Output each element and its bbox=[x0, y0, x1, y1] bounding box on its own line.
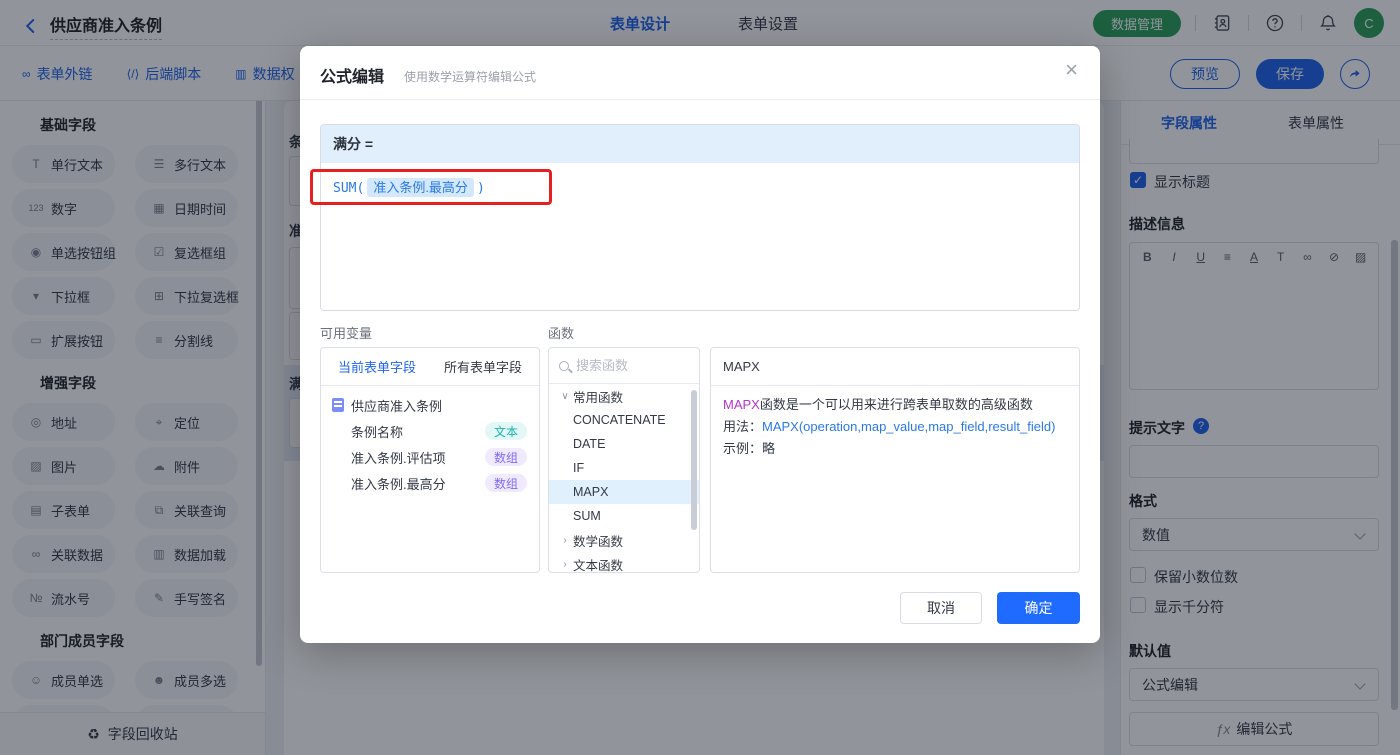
variable-name: 准入条例.评估项 bbox=[351, 450, 446, 466]
formula-input-area[interactable]: SUM(准入条例.最高分) bbox=[321, 163, 1079, 310]
function-search[interactable] bbox=[549, 348, 699, 384]
form-name: 供应商准入条例 bbox=[351, 398, 443, 414]
variables-section-label: 可用变量 bbox=[320, 326, 373, 341]
function-item-if[interactable]: IF bbox=[549, 456, 699, 480]
usage-label: 用法： bbox=[723, 419, 763, 434]
type-badge: 数组 bbox=[484, 448, 527, 466]
modal-title: 公式编辑 bbox=[320, 69, 385, 86]
formula-close-paren: ) bbox=[476, 181, 485, 196]
functions-scrollbar[interactable] bbox=[691, 390, 697, 530]
function-usage: 用法：MAPX(operation,map_value,map_field,re… bbox=[723, 416, 1067, 438]
function-group-text[interactable]: › 文本函数 bbox=[549, 552, 699, 573]
search-icon bbox=[559, 360, 569, 371]
function-detail-title: MAPX bbox=[711, 348, 1079, 386]
form-doc-icon bbox=[332, 398, 344, 412]
example-label: 示例： bbox=[723, 441, 763, 456]
variable-row-eval[interactable]: 准入条例.评估项 数组 bbox=[321, 444, 539, 470]
chevron-right-icon: › bbox=[563, 558, 567, 570]
variables-panel: 当前表单字段 所有表单字段 供应商准入条例 条例名称 文本 准入条例.评估项 数… bbox=[320, 347, 540, 573]
tab-all-form-fields[interactable]: 所有表单字段 bbox=[444, 357, 522, 376]
function-search-input[interactable] bbox=[576, 358, 676, 373]
function-item-mapx-selected[interactable]: MAPX bbox=[549, 480, 699, 504]
confirm-button[interactable]: 确定 bbox=[997, 592, 1080, 624]
formula-target: 满分 = bbox=[321, 125, 1079, 163]
function-detail-body: MAPX函数是一个可以用来进行跨表单取数的高级函数 用法：MAPX(operat… bbox=[711, 386, 1079, 468]
form-designer-app: 供应商准入条例 表单设计 表单设置 数据管理 C ∞ 表单外链 ⟨/⟩ 后端脚本… bbox=[0, 0, 1400, 755]
function-example: 示例：略 bbox=[723, 438, 1067, 460]
variables-tabs: 当前表单字段 所有表单字段 bbox=[321, 348, 539, 386]
group-label: 数学函数 bbox=[573, 534, 624, 549]
function-group-common[interactable]: ∨ 常用函数 bbox=[549, 384, 699, 408]
variable-row-maxscore[interactable]: 准入条例.最高分 数组 bbox=[321, 470, 539, 496]
formula-edit-modal: 公式编辑 使用数学运算符编辑公式 × 满分 = SUM(准入条例.最高分) 可用… bbox=[300, 46, 1100, 643]
variable-name: 条例名称 bbox=[351, 424, 404, 440]
formula-editor: 满分 = SUM(准入条例.最高分) bbox=[320, 124, 1080, 311]
description-text: 函数是一个可以用来进行跨表单取数的高级函数 bbox=[759, 397, 1033, 412]
variable-name: 准入条例.最高分 bbox=[351, 476, 446, 492]
function-item-concatenate[interactable]: CONCATENATE bbox=[549, 408, 699, 432]
function-group-math[interactable]: › 数学函数 bbox=[549, 528, 699, 552]
type-badge: 文本 bbox=[484, 422, 527, 440]
function-item-sum[interactable]: SUM bbox=[549, 504, 699, 528]
modal-subtitle: 使用数学运算符编辑公式 bbox=[404, 70, 537, 84]
close-icon[interactable]: × bbox=[1065, 59, 1078, 81]
variables-tree-root[interactable]: 供应商准入条例 bbox=[321, 392, 539, 418]
type-badge: 数组 bbox=[484, 474, 527, 492]
usage-code: MAPX(operation,map_value,map_field,resul… bbox=[762, 419, 1056, 434]
function-description: MAPX函数是一个可以用来进行跨表单取数的高级函数 bbox=[723, 394, 1067, 416]
function-item-date[interactable]: DATE bbox=[549, 432, 699, 456]
variable-row-name[interactable]: 条例名称 文本 bbox=[321, 418, 539, 444]
functions-panel: ∨ 常用函数 CONCATENATE DATE IF MAPX SUM › 数学… bbox=[548, 347, 700, 573]
chevron-right-icon: › bbox=[563, 534, 567, 546]
example-value: 略 bbox=[762, 441, 776, 456]
group-label: 文本函数 bbox=[573, 558, 624, 573]
tab-current-form-fields[interactable]: 当前表单字段 bbox=[338, 357, 416, 376]
functions-section-label: 函数 bbox=[548, 326, 575, 341]
formula-field-token[interactable]: 准入条例.最高分 bbox=[367, 178, 474, 197]
formula-function: SUM( bbox=[333, 181, 365, 196]
group-label: 常用函数 bbox=[573, 390, 624, 405]
function-detail-panel: MAPX MAPX函数是一个可以用来进行跨表单取数的高级函数 用法：MAPX(o… bbox=[710, 347, 1080, 573]
modal-header: 公式编辑 使用数学运算符编辑公式 × bbox=[300, 46, 1100, 100]
cancel-button[interactable]: 取消 bbox=[900, 592, 982, 624]
chevron-down-icon: ∨ bbox=[561, 390, 569, 402]
function-name-highlight: MAPX bbox=[723, 397, 760, 412]
